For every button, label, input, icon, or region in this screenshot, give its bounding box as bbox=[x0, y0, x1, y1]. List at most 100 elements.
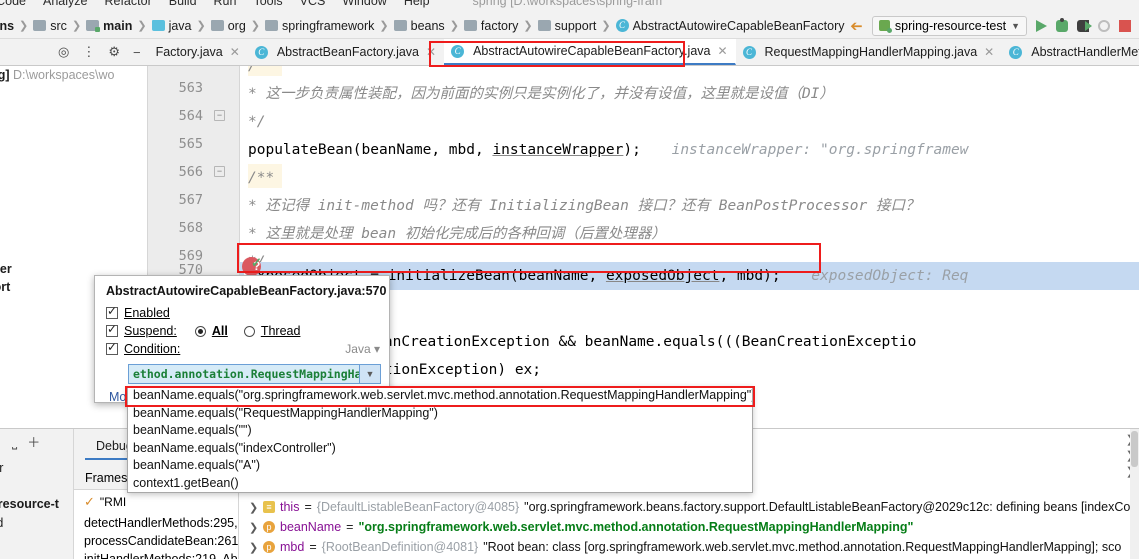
autocomplete-item[interactable]: beanName.equals("A") bbox=[128, 457, 752, 475]
run-icon[interactable] bbox=[1036, 19, 1047, 32]
project-tree-item-exer[interactable]: exer bbox=[0, 262, 12, 276]
more-link[interactable]: Mo bbox=[109, 390, 126, 404]
debug-icon[interactable] bbox=[1056, 17, 1068, 32]
editor-tab-factory[interactable]: Factory.java ✕ bbox=[149, 39, 248, 65]
hammer-icon[interactable]: ➔ bbox=[850, 17, 863, 35]
suspend-checkbox[interactable] bbox=[106, 322, 118, 337]
menu-item-build[interactable]: Build bbox=[169, 0, 197, 8]
condition-autocomplete-list[interactable]: beanName.equals("org.springframework.web… bbox=[127, 386, 753, 493]
locate-file-icon[interactable]: ◎ bbox=[58, 44, 69, 60]
condition-history-dropdown[interactable]: ▼ bbox=[360, 364, 381, 384]
line-number: 565 bbox=[178, 136, 203, 152]
editor-tab-requestmappinghandlermapping[interactable]: C RequestMappingHandlerMapping.java ✕ bbox=[736, 39, 1003, 65]
breadcrumb-item-org[interactable]: org ❯ bbox=[210, 19, 265, 33]
run-with-coverage-icon[interactable] bbox=[1098, 19, 1110, 32]
intellij-window: igate Code Analyze Refactor Build Run To… bbox=[0, 0, 1139, 559]
close-icon[interactable]: ✕ bbox=[230, 45, 240, 59]
breadcrumb-item-main[interactable]: main ❯ bbox=[86, 19, 151, 33]
force-step-into-icon[interactable]: ⎵ bbox=[12, 434, 17, 450]
debug-left-text-server: ver bbox=[0, 461, 3, 475]
breadcrumb-item-beans[interactable]: beans ❯ bbox=[393, 19, 464, 33]
variable-type: {RootBeanDefinition@4081} bbox=[321, 540, 479, 554]
autocomplete-item[interactable]: context1.getBean() bbox=[128, 475, 752, 493]
frame-row[interactable]: initHandlerMethods:219, Abstrac bbox=[74, 550, 238, 559]
menu-item-vcs[interactable]: VCS bbox=[300, 0, 326, 8]
condition-input[interactable]: ethod.annotation.RequestMappingHan bbox=[128, 364, 360, 384]
debugger-icon-row: ⎵ ＋ bbox=[0, 429, 73, 454]
autocomplete-item[interactable]: beanName.equals("indexController") bbox=[128, 440, 752, 458]
menu-item-code[interactable]: Code bbox=[0, 0, 26, 8]
run-configuration-selector[interactable]: spring-resource-test ▼ bbox=[871, 15, 1027, 36]
expand-arrow-icon[interactable]: ❯ bbox=[249, 521, 258, 534]
line-number: 563 bbox=[178, 80, 203, 96]
breadcrumb-item-module[interactable]: ing-beans❯ bbox=[0, 19, 33, 33]
frame-row[interactable]: processCandidateBean:261, Abst bbox=[74, 532, 238, 550]
line-number: 568 bbox=[178, 220, 203, 236]
variable-row-beanname[interactable]: ❯ p beanName = "org.springframework.web.… bbox=[239, 517, 1139, 537]
folder-icon bbox=[33, 20, 47, 31]
breadcrumb-item-class[interactable]: C AbstractAutowireCapableBeanFactory bbox=[615, 19, 844, 33]
project-tree-item-port[interactable]: port bbox=[0, 280, 10, 294]
autocomplete-item[interactable]: beanName.equals("") bbox=[128, 422, 752, 440]
enabled-label: Enabled bbox=[124, 306, 170, 320]
frame-row[interactable]: detectHandlerMethods:295, Abst bbox=[74, 514, 238, 532]
menu-item-help[interactable]: Help bbox=[404, 0, 430, 8]
close-icon[interactable]: ✕ bbox=[984, 45, 994, 59]
source-folder-icon bbox=[86, 20, 101, 32]
line-number: 567 bbox=[178, 192, 203, 208]
condition-language-selector[interactable]: Java ▾ bbox=[345, 342, 380, 356]
code-line-564: */ bbox=[248, 114, 266, 130]
breadcrumb-item-support[interactable]: support ❯ bbox=[537, 19, 616, 33]
fold-marker[interactable]: − bbox=[214, 110, 225, 121]
thread-label: "RMI bbox=[99, 495, 127, 509]
scrollbar-thumb[interactable] bbox=[1131, 431, 1138, 467]
editor-tab-abstractautowirecapablebeanfactory[interactable]: C AbstractAutowireCapableBeanFactory.jav… bbox=[444, 39, 736, 65]
menu-item-refactor[interactable]: Refactor bbox=[104, 0, 151, 8]
expand-arrow-icon[interactable]: ❯ bbox=[249, 501, 258, 514]
editor-tab-abstracthandlermethodmapping[interactable]: C AbstractHandlerMethodMapping bbox=[1002, 39, 1139, 65]
breadcrumb-item-java[interactable]: java ❯ bbox=[151, 19, 211, 33]
suspend-all-radio[interactable] bbox=[194, 325, 206, 337]
variable-row-mbd[interactable]: ❯ p mbd = {RootBeanDefinition@4081} "Roo… bbox=[239, 537, 1139, 557]
menu-item-run[interactable]: Run bbox=[214, 0, 237, 8]
editor-tab-abstractbeanfactory[interactable]: C AbstractBeanFactory.java ✕ bbox=[248, 39, 444, 65]
project-root-node[interactable]: [spring] D:\workspaces\wo bbox=[0, 68, 114, 82]
breakpoint-properties-popup[interactable]: AbstractAutowireCapableBeanFactory.java:… bbox=[94, 275, 390, 404]
inline-hint: exposedObject: Req bbox=[811, 268, 969, 284]
menu-item-tools[interactable]: Tools bbox=[253, 0, 282, 8]
package-icon bbox=[537, 20, 551, 31]
gear-icon[interactable]: ⚙ bbox=[108, 44, 120, 60]
add-watch-icon[interactable]: ＋ bbox=[27, 432, 40, 451]
menu-item-analyze[interactable]: Analyze bbox=[43, 0, 87, 8]
package-icon bbox=[210, 20, 224, 31]
chevron-right-icon: ❯ bbox=[449, 20, 459, 32]
fold-marker[interactable]: − bbox=[214, 166, 225, 177]
condition-input-wrapper[interactable]: ethod.annotation.RequestMappingHan ▼ bbox=[128, 364, 381, 384]
menu-bar: igate Code Analyze Refactor Build Run To… bbox=[0, 0, 1139, 13]
breadcrumb-item-springframework[interactable]: springframework ❯ bbox=[265, 19, 394, 33]
class-icon: C bbox=[254, 45, 268, 59]
enabled-checkbox[interactable] bbox=[106, 304, 118, 319]
editor-tab-tools: ◎ ⋮ ⚙ − bbox=[0, 39, 149, 65]
variable-name: mbd bbox=[280, 540, 305, 554]
menu-item-window[interactable]: Window bbox=[342, 0, 386, 8]
breadcrumb-item-src[interactable]: src ❯ bbox=[33, 19, 86, 33]
suspend-thread-radio[interactable] bbox=[243, 325, 255, 337]
variable-row-this[interactable]: ❯ ≡ this = {DefaultListableBeanFactory@4… bbox=[239, 497, 1139, 517]
stop-icon[interactable] bbox=[1119, 19, 1131, 32]
variables-scrollbar[interactable] bbox=[1130, 429, 1139, 559]
autocomplete-item[interactable]: beanName.equals("org.springframework.web… bbox=[128, 387, 752, 405]
breakpoint-condition-row[interactable]: Condition: Java ▾ bbox=[95, 340, 389, 358]
attach-debugger-icon[interactable] bbox=[1077, 19, 1092, 32]
expand-arrow-icon[interactable]: ❯ bbox=[249, 541, 258, 554]
breakpoint-enabled-row[interactable]: Enabled bbox=[95, 304, 389, 322]
close-icon[interactable]: ✕ bbox=[717, 44, 727, 58]
breakpoint-suspend-row[interactable]: Suspend: All Thread bbox=[95, 322, 389, 340]
close-icon[interactable]: ✕ bbox=[426, 45, 436, 59]
breadcrumb-item-factory[interactable]: factory ❯ bbox=[463, 19, 538, 33]
condition-checkbox[interactable] bbox=[106, 340, 118, 355]
breakpoint-popup-title: AbstractAutowireCapableBeanFactory.java:… bbox=[106, 284, 387, 298]
collapse-all-icon[interactable]: ⋮ bbox=[82, 44, 95, 60]
autocomplete-item[interactable]: beanName.equals("RequestMappingHandlerMa… bbox=[128, 405, 752, 423]
hide-icon[interactable]: − bbox=[133, 45, 141, 60]
